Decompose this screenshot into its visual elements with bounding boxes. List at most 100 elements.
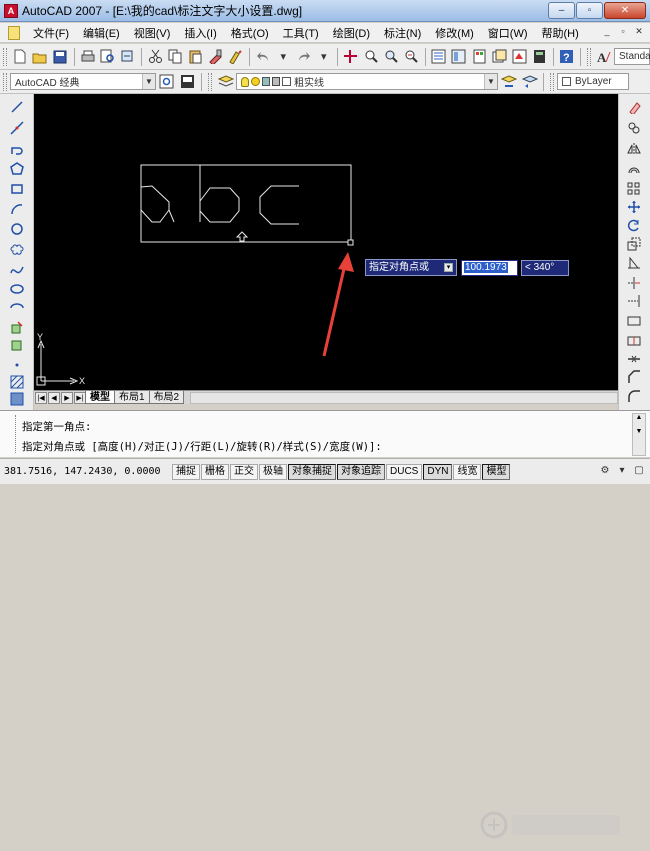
fillet-icon[interactable] bbox=[625, 387, 643, 405]
menu-help[interactable]: 帮助(H) bbox=[535, 25, 586, 41]
menu-file[interactable]: 文件(F) bbox=[26, 25, 76, 41]
menu-insert[interactable]: 插入(I) bbox=[177, 25, 223, 41]
make-block-icon[interactable] bbox=[8, 337, 26, 355]
make-current-layer-icon[interactable] bbox=[499, 72, 518, 91]
model-toggle[interactable]: 模型 bbox=[482, 463, 511, 480]
doc-close-icon[interactable]: ✕ bbox=[632, 25, 646, 39]
construction-line-icon[interactable] bbox=[8, 119, 26, 137]
array-icon[interactable] bbox=[625, 180, 643, 198]
layer-properties-icon[interactable] bbox=[216, 72, 235, 91]
undo-dropdown-icon[interactable]: ▾ bbox=[274, 47, 292, 66]
tab-model[interactable]: 模型 bbox=[85, 391, 115, 404]
doc-restore-icon[interactable]: ▫ bbox=[616, 25, 630, 39]
command-prompt-line[interactable]: 指定对角点或 [高度(H)/对正(J)/行距(L)/旋转(R)/样式(S)/宽度… bbox=[22, 439, 382, 454]
point-icon[interactable] bbox=[8, 356, 26, 374]
dynamic-input-distance[interactable]: 100.1973 bbox=[461, 260, 518, 276]
copy-object-icon[interactable] bbox=[625, 119, 643, 137]
move-icon[interactable] bbox=[625, 198, 643, 216]
block-editor-icon[interactable] bbox=[227, 47, 245, 66]
erase-icon[interactable] bbox=[625, 98, 643, 116]
redo-icon[interactable] bbox=[294, 47, 312, 66]
command-window[interactable]: 指定第一角点: 指定对角点或 [高度(H)/对正(J)/行距(L)/旋转(R)/… bbox=[0, 410, 650, 839]
layer-combo[interactable]: 粗实线 ▼ bbox=[236, 73, 498, 90]
revision-cloud-icon[interactable] bbox=[8, 240, 26, 258]
menu-tools[interactable]: 工具(T) bbox=[276, 25, 326, 41]
line-tool-icon[interactable] bbox=[8, 98, 26, 116]
offset-icon[interactable] bbox=[625, 160, 643, 178]
polyline-icon[interactable] bbox=[8, 140, 26, 158]
redo-dropdown-icon[interactable]: ▾ bbox=[315, 47, 333, 66]
toolbar-grip[interactable] bbox=[550, 72, 554, 91]
sheet-set-manager-icon[interactable] bbox=[490, 47, 508, 66]
tool-palettes-icon[interactable] bbox=[470, 47, 488, 66]
workspace-combo[interactable]: AutoCAD 经典 ▼ bbox=[10, 73, 156, 90]
rotate-icon[interactable] bbox=[625, 216, 643, 234]
menu-modify[interactable]: 修改(M) bbox=[428, 25, 481, 41]
plot-preview-icon[interactable] bbox=[99, 47, 117, 66]
tab-layout1[interactable]: 布局1 bbox=[114, 391, 150, 404]
next-tab-icon[interactable]: ▶ bbox=[61, 391, 73, 404]
workspace-save-icon[interactable] bbox=[178, 72, 197, 91]
drawing-canvas[interactable]: Y X bbox=[34, 94, 618, 390]
match-properties-icon[interactable] bbox=[207, 47, 225, 66]
open-file-icon[interactable] bbox=[31, 47, 49, 66]
properties-icon[interactable] bbox=[430, 47, 448, 66]
insert-block-icon[interactable] bbox=[8, 318, 26, 336]
chamfer-icon[interactable] bbox=[625, 368, 643, 386]
command-window-grip[interactable] bbox=[4, 415, 16, 453]
break-icon[interactable] bbox=[625, 332, 643, 350]
down-arrow-icon[interactable]: ▾ bbox=[444, 263, 453, 272]
osnap-toggle[interactable]: 对象捕捉 bbox=[288, 463, 336, 480]
doc-minimize-icon[interactable]: _ bbox=[600, 25, 614, 39]
tray-settings-icon[interactable]: ▾ bbox=[615, 464, 629, 478]
paste-icon[interactable] bbox=[186, 47, 204, 66]
menu-dimension[interactable]: 标注(N) bbox=[377, 25, 428, 41]
break-at-point-icon[interactable] bbox=[625, 312, 643, 330]
copy-icon[interactable] bbox=[166, 47, 184, 66]
command-window-scrollbar[interactable]: ▲ ▼ bbox=[632, 413, 646, 456]
plot-icon[interactable] bbox=[78, 47, 96, 66]
publish-icon[interactable] bbox=[119, 47, 137, 66]
trim-icon[interactable] bbox=[625, 274, 643, 292]
dynamic-input-angle[interactable]: < 340° bbox=[521, 260, 569, 276]
help-icon[interactable]: ? bbox=[558, 47, 576, 66]
horizontal-scrollbar[interactable] bbox=[190, 391, 618, 404]
restore-button[interactable]: ▫ bbox=[576, 2, 603, 19]
document-icon[interactable] bbox=[8, 25, 20, 40]
close-button[interactable]: ✕ bbox=[604, 2, 646, 19]
menu-draw[interactable]: 绘图(D) bbox=[326, 25, 377, 41]
toolbar-grip[interactable] bbox=[586, 47, 591, 66]
dyn-toggle[interactable]: DYN bbox=[423, 463, 453, 480]
clean-screen-icon[interactable]: ▢ bbox=[632, 464, 646, 478]
save-icon[interactable] bbox=[51, 47, 69, 66]
ortho-toggle[interactable]: 正交 bbox=[230, 463, 258, 480]
join-icon[interactable] bbox=[625, 350, 643, 368]
circle-icon[interactable] bbox=[8, 220, 26, 238]
design-center-icon[interactable] bbox=[450, 47, 468, 66]
zoom-window-icon[interactable] bbox=[382, 47, 400, 66]
stretch-icon[interactable] bbox=[625, 254, 643, 272]
chevron-down-icon[interactable]: ▼ bbox=[484, 74, 497, 89]
cut-icon[interactable] bbox=[146, 47, 164, 66]
drawing-area[interactable]: Y X bbox=[34, 94, 618, 390]
ellipse-icon[interactable] bbox=[8, 280, 26, 298]
otrack-toggle[interactable]: 对象追踪 bbox=[337, 463, 385, 480]
menu-edit[interactable]: 编辑(E) bbox=[76, 25, 127, 41]
undo-icon[interactable] bbox=[254, 47, 272, 66]
prev-tab-icon[interactable]: ◀ bbox=[48, 391, 60, 404]
workspace-settings-icon[interactable] bbox=[157, 72, 176, 91]
menu-format[interactable]: 格式(O) bbox=[224, 25, 276, 41]
hatch-icon[interactable] bbox=[8, 373, 26, 391]
lineweight-toggle[interactable]: 线宽 bbox=[453, 463, 482, 480]
text-style-icon[interactable]: A bbox=[595, 47, 613, 66]
spline-icon[interactable] bbox=[8, 260, 26, 278]
polar-toggle[interactable]: 极轴 bbox=[259, 463, 287, 480]
polygon-icon[interactable] bbox=[8, 160, 26, 178]
autocad-app-icon[interactable]: A bbox=[4, 3, 18, 18]
gradient-icon[interactable] bbox=[8, 390, 26, 408]
menu-view[interactable]: 视图(V) bbox=[127, 25, 178, 41]
toolbar-grip[interactable] bbox=[3, 47, 7, 66]
pan-realtime-icon[interactable] bbox=[342, 47, 360, 66]
first-tab-icon[interactable]: |◀ bbox=[35, 391, 47, 404]
markup-set-manager-icon[interactable] bbox=[510, 47, 528, 66]
